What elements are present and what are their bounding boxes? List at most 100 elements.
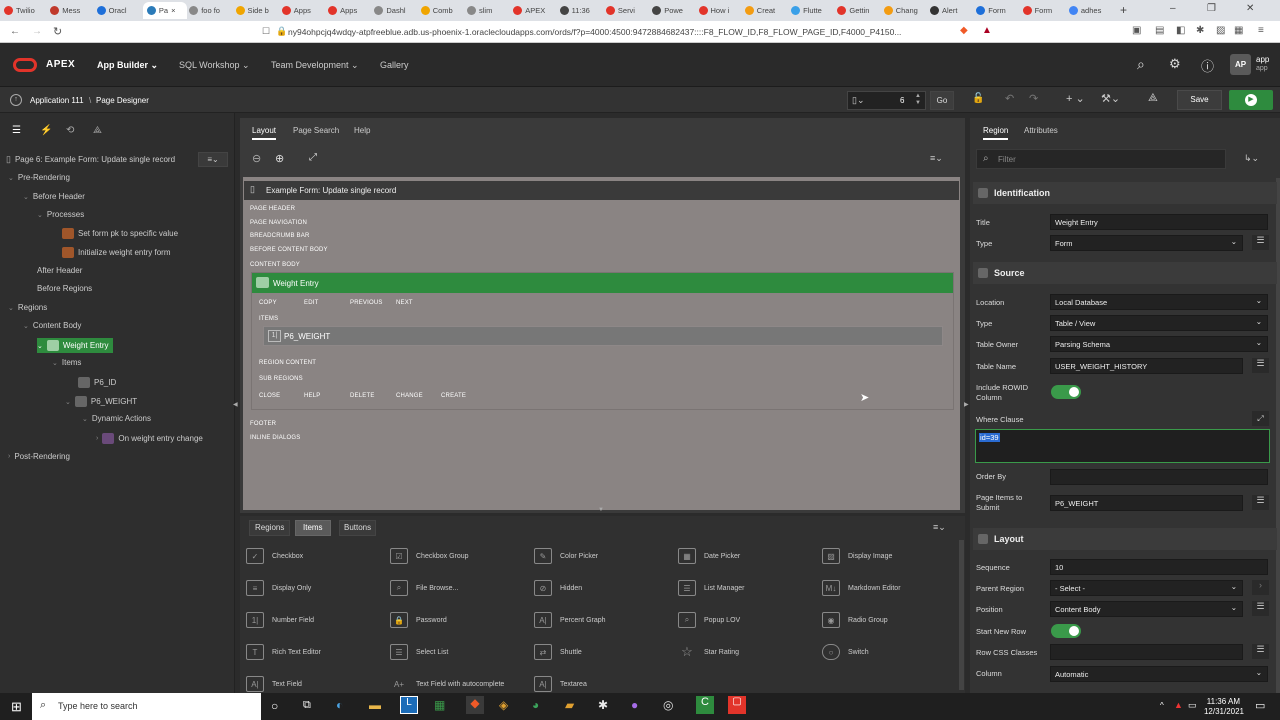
help-icon[interactable]: ⓘ [1201, 56, 1214, 75]
clock-time[interactable]: 11:36 AM [1202, 697, 1240, 706]
tree-dynamic-actions[interactable]: ⌄ Dynamic Actions [82, 414, 151, 423]
browser-tab[interactable]: Twilio [4, 2, 48, 19]
nav-sql-workshop[interactable]: SQL Workshop ⌄ [179, 60, 250, 71]
gallery-item-textarea[interactable]: A| Textarea [534, 676, 587, 692]
browser-tab[interactable]: Pa × [142, 2, 187, 19]
select-source-type[interactable]: Table / View ⌄ [1050, 315, 1268, 331]
button-position-create[interactable]: CREATE [441, 393, 466, 399]
gallery-item-markdown-editor[interactable]: M↓ Markdown Editor [822, 580, 901, 596]
button-position-change[interactable]: CHANGE [396, 393, 423, 399]
go-to-group-icon[interactable]: ↳⌄ [1244, 153, 1259, 164]
tree-item-p6-weight[interactable]: ⌄ P6_WEIGHT [65, 396, 137, 407]
browser-tab[interactable]: How i [698, 2, 743, 19]
position-footer[interactable]: FOOTER [250, 421, 276, 427]
clock-date[interactable]: 12/31/2021 [1200, 707, 1244, 716]
task-view-icon[interactable]: ⧉ [303, 699, 311, 712]
save-button[interactable]: Save [1177, 90, 1222, 110]
field-title[interactable]: Weight Entry [1050, 214, 1268, 230]
browser-tab[interactable]: Form [976, 2, 1020, 19]
user-name[interactable]: app [1256, 55, 1269, 64]
gallery-item-hidden[interactable]: ⊘ Hidden [534, 580, 582, 596]
menu-icon[interactable]: ≡ [1258, 25, 1264, 36]
tab-page-search[interactable]: Page Search [293, 126, 339, 135]
gallery-tab-buttons[interactable]: Buttons [339, 520, 377, 536]
list-icon[interactable]: ☰ [1252, 644, 1269, 659]
tree-process-init-form[interactable]: Initialize weight entry form [62, 247, 170, 258]
gallery-tab-items[interactable]: Items [295, 520, 331, 536]
gallery-item-switch[interactable]: ○ Switch [822, 644, 869, 660]
field-page-items-submit[interactable]: P6_WEIGHT [1050, 495, 1243, 511]
filter-input[interactable]: ⌕ Filter [976, 149, 1226, 169]
slack-icon[interactable]: ✱ [598, 698, 608, 712]
up-arrow-icon[interactable]: ↑ [10, 94, 22, 106]
create-menu-icon[interactable]: + ⌄ [1066, 92, 1085, 105]
shared-components-tab-icon[interactable]: ⟁ [93, 125, 102, 136]
right-splitter-handle[interactable]: ▶ [964, 401, 969, 408]
admin-icon[interactable]: ⚙ [1169, 56, 1181, 72]
brave-shield-icon[interactable]: ◆ [960, 25, 968, 36]
tree-da-on-weight-change[interactable]: › On weight entry change [96, 433, 203, 444]
lock-page-icon[interactable]: 🔓 [972, 93, 984, 104]
cortana-icon[interactable]: ○ [271, 699, 278, 713]
gallery-item-date-picker[interactable]: ▦ Date Picker [678, 548, 740, 564]
browser-tab[interactable]: Apps [281, 2, 326, 19]
button-position-edit[interactable]: EDIT [304, 300, 318, 306]
file-explorer-icon[interactable]: ▬ [369, 698, 381, 712]
browser-tab[interactable]: Form [1022, 2, 1067, 19]
apex-brand[interactable]: APEX [46, 59, 75, 70]
oracle-app-icon[interactable]: ▢ [728, 696, 746, 714]
gallery-item-color-picker[interactable]: ✎ Color Picker [534, 548, 598, 564]
browser-tab[interactable]: adhes [1068, 2, 1113, 19]
close-tab-icon[interactable]: × [171, 6, 175, 15]
app-icon[interactable]: C [696, 696, 714, 714]
github-icon[interactable]: ● [631, 698, 638, 712]
field-order-by[interactable] [1050, 469, 1268, 485]
layout-menu-icon[interactable]: ≡⌄ [930, 153, 943, 164]
gallery-item-list-manager[interactable]: ☰ List Manager [678, 580, 744, 596]
gallery-scrollbar[interactable] [959, 540, 964, 690]
puzzle-icon[interactable]: ✱ [1196, 25, 1204, 36]
close-window-icon[interactable]: ✕ [1246, 3, 1254, 14]
gallery-item-radio-group[interactable]: ◉ Radio Group [822, 612, 888, 628]
browser-tab[interactable]: Comb [420, 2, 465, 19]
extension-icon[interactable]: ▨ [1216, 25, 1225, 36]
item-p6-weight[interactable]: 1| P6_WEIGHT [263, 326, 943, 346]
breadcrumb-application[interactable]: Application 111 [30, 96, 84, 105]
left-splitter-handle[interactable]: ◀ [233, 401, 238, 408]
browser-tab[interactable]: Apps [328, 2, 372, 19]
back-icon[interactable]: ← [10, 26, 20, 37]
tree-regions[interactable]: ⌄ Regions [8, 303, 47, 312]
tree-items[interactable]: ⌄ Items [52, 358, 81, 367]
select-parent-region[interactable]: - Select - ⌄ [1050, 580, 1243, 596]
select-column[interactable]: Automatic ⌄ [1050, 666, 1268, 682]
gallery-item-checkbox[interactable]: ✓ Checkbox [246, 548, 303, 564]
gallery-tab-regions[interactable]: Regions [249, 520, 291, 536]
browser-tab[interactable]: Oracl [96, 2, 141, 19]
browser-tab[interactable]: Gettin [837, 2, 881, 19]
button-position-next[interactable]: NEXT [396, 300, 413, 306]
extension-icon[interactable]: ▤ [1155, 25, 1164, 36]
tree-region-weight-entry[interactable]: ⌄ Weight Entry [37, 338, 113, 353]
gallery-menu-icon[interactable]: ≡⌄ [933, 522, 946, 533]
browser-tab[interactable]: Flutte [791, 2, 835, 19]
region-content-label[interactable]: REGION CONTENT [259, 360, 316, 366]
button-position-help[interactable]: HELP [304, 393, 320, 399]
forward-icon[interactable]: → [32, 26, 42, 37]
browser-tab[interactable]: Powe [652, 2, 696, 19]
gallery-item-shuttle[interactable]: ⇄ Shuttle [534, 644, 582, 660]
page-number-input[interactable]: 6 [900, 96, 904, 105]
field-row-css-classes[interactable] [1050, 644, 1243, 660]
extension-icon[interactable]: ▦ [1234, 25, 1243, 36]
tree-processes[interactable]: ⌄ Processes [37, 210, 84, 219]
position-inline-dialogs[interactable]: INLINE DIALOGS [250, 435, 300, 441]
browser-tab[interactable]: Side b [235, 2, 280, 19]
position-content-body[interactable]: CONTENT BODY [250, 262, 300, 268]
edge-icon[interactable]: ◐ [336, 698, 343, 712]
position-page-header[interactable]: PAGE HEADER [250, 206, 295, 212]
brave-browser-icon[interactable]: ◆ [466, 696, 484, 714]
chrome-icon[interactable]: ◕ [532, 698, 539, 712]
position-page-navigation[interactable]: PAGE NAVIGATION [250, 220, 307, 226]
list-icon[interactable]: ☰ [1252, 601, 1269, 616]
url-text[interactable]: ny94ohpcjq4wdqy-atpfreeblue.adb.us-phoen… [288, 27, 901, 37]
tab-layout[interactable]: Layout [252, 126, 277, 140]
